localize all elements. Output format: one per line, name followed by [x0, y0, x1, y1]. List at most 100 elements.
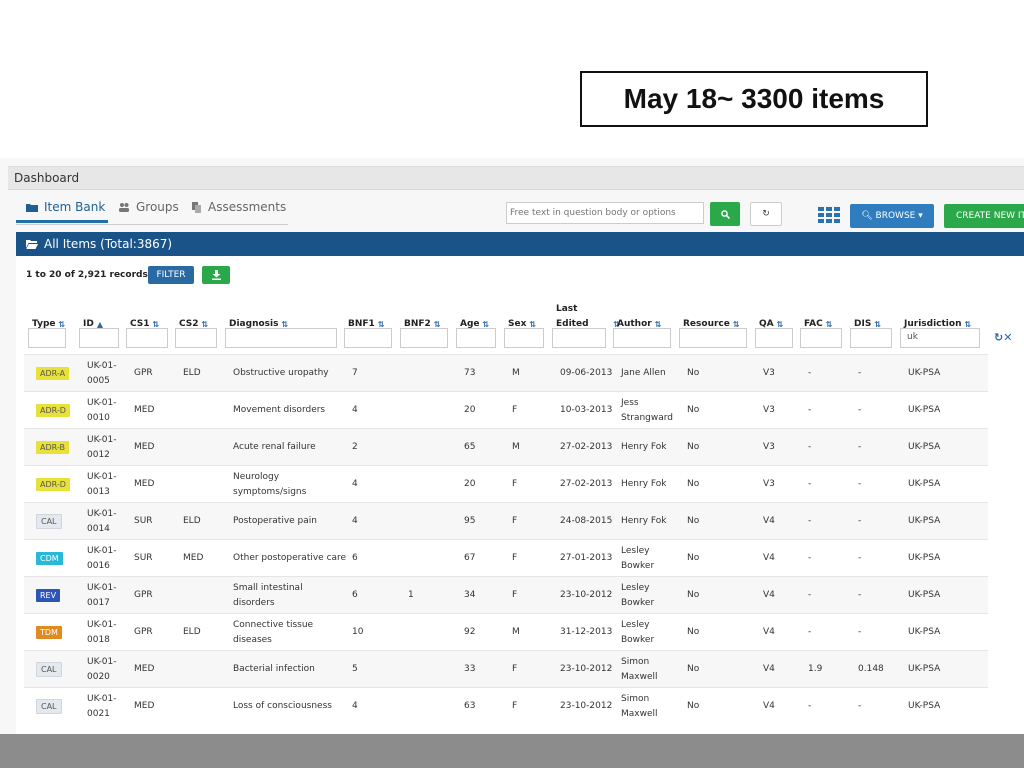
cell-dis: - [858, 466, 902, 503]
grid-view-icon[interactable] [818, 207, 840, 223]
cell-bnf2 [408, 429, 458, 466]
cell-diagnosis: Neurology symptoms/signs [233, 466, 347, 503]
bnf2-value: 1 [408, 590, 414, 600]
author-value: Henry Fok [621, 516, 667, 526]
tab-assessments-label: Assessments [208, 200, 287, 214]
cell-dis: - [858, 392, 902, 429]
cell-fac: - [808, 688, 852, 725]
dis-value: - [858, 368, 862, 378]
filter-input-fac[interactable] [800, 328, 842, 348]
filter-input-dis[interactable] [850, 328, 892, 348]
filter-input-cs2[interactable] [175, 328, 217, 348]
bnf1-value: 7 [352, 368, 358, 378]
cell-last-edited: 31-12-2013 [560, 614, 616, 651]
table-row[interactable]: ADR-D UK-01-0013 MED Neurology symptoms/sig… [24, 465, 988, 502]
dashboard-bar: Dashboard [8, 166, 1024, 190]
browse-button[interactable]: 🔍︎ BROWSE ▾ [850, 204, 934, 228]
dis-value: 0.148 [858, 664, 884, 674]
filter-input-bnf1[interactable] [344, 328, 392, 348]
author-value: Simon Maxwell [621, 656, 658, 682]
cell-fac: - [808, 355, 852, 392]
author-value: Jane Allen [621, 368, 666, 378]
clear-filters-icon[interactable]: ✕ [1003, 331, 1012, 344]
table-row[interactable]: CAL UK-01-0014 SUR ELD Postoperative pain 4 95… [24, 502, 988, 539]
tab-groups[interactable]: Groups [118, 200, 179, 214]
jurisdiction-value: UK-PSA [908, 553, 941, 563]
cell-type: CAL [36, 651, 76, 688]
sex-value: M [512, 627, 520, 637]
dis-value: - [858, 405, 862, 415]
filter-input-resource[interactable] [679, 328, 747, 348]
filter-input-author[interactable] [613, 328, 671, 348]
cell-qa: V3 [763, 392, 803, 429]
cell-qa: V3 [763, 429, 803, 466]
table-row[interactable]: CDM UK-01-0016 SUR MED Other postoperative c… [24, 539, 988, 576]
type-badge: CAL [36, 514, 62, 529]
cell-bnf2 [408, 392, 458, 429]
cell-diagnosis: Connective tissue diseases [233, 614, 347, 651]
cell-cs1: GPR [134, 355, 178, 392]
table-row[interactable]: CAL UK-01-0021 MED Loss of consciousness 4 63… [24, 687, 988, 724]
cell-qa: V4 [763, 614, 803, 651]
filter-input-last-edited[interactable] [552, 328, 606, 348]
cell-cs1: GPR [134, 614, 178, 651]
table-row[interactable]: REV UK-01-0017 GPR Small intestinal disorde… [24, 576, 988, 613]
reset-filters-icon[interactable]: ↻ [994, 331, 1003, 344]
filter-input-diagnosis[interactable] [225, 328, 337, 348]
cell-bnf2: 1 [408, 577, 458, 614]
bnf1-value: 4 [352, 516, 358, 526]
cell-bnf2 [408, 614, 458, 651]
download-button[interactable] [202, 266, 230, 284]
table-row[interactable]: ADR-D UK-01-0010 MED Movement disorders 4 20 F… [24, 391, 988, 428]
cell-jurisdiction: UK-PSA [908, 651, 990, 688]
cell-resource: No [687, 577, 757, 614]
filter-input-cs1[interactable] [126, 328, 168, 348]
folder-open-icon [26, 240, 38, 249]
filter-input-qa[interactable] [755, 328, 793, 348]
browse-label: BROWSE [875, 211, 916, 221]
table-row[interactable]: CAL UK-01-0020 MED Bacterial infection 5 33 F 2… [24, 650, 988, 687]
cell-dis: - [858, 577, 902, 614]
resource-value: No [687, 516, 700, 526]
resource-value: No [687, 627, 700, 637]
cell-bnf1: 4 [352, 503, 402, 540]
user-icon [26, 204, 38, 212]
filter-input-bnf2[interactable] [400, 328, 448, 348]
author-value: Lesley Bowker [621, 545, 655, 571]
cell-diagnosis: Loss of consciousness [233, 688, 347, 725]
jurisdiction-value: UK-PSA [908, 516, 941, 526]
filter-button[interactable]: FILTER [148, 266, 194, 284]
refresh-button[interactable]: ↻ [750, 202, 782, 226]
table-row[interactable]: ADR-A UK-01-0005 GPR ELD Obstructive uropath… [24, 354, 988, 391]
download-icon [211, 270, 221, 280]
create-new-item-button[interactable]: CREATE NEW IT [944, 204, 1024, 228]
cell-jurisdiction: UK-PSA [908, 466, 990, 503]
cs2-value: ELD [183, 516, 201, 526]
cell-age: 95 [464, 503, 506, 540]
search-input[interactable] [506, 202, 704, 224]
filter-input-id[interactable] [79, 328, 119, 348]
cell-dis: - [858, 355, 902, 392]
resource-value: No [687, 590, 700, 600]
cell-cs2: MED [183, 540, 227, 577]
jurisdiction-value: UK-PSA [908, 405, 941, 415]
cell-diagnosis: Acute renal failure [233, 429, 347, 466]
table-row[interactable]: TDM UK-01-0018 GPR ELD Connective tissue dis… [24, 613, 988, 650]
search-button[interactable] [710, 202, 740, 226]
last-edited-value: 27-02-2013 [560, 479, 613, 489]
cell-bnf1: 5 [352, 651, 402, 688]
table-row[interactable]: ADR-B UK-01-0012 MED Acute renal failure 2 65… [24, 428, 988, 465]
dashboard-label[interactable]: Dashboard [14, 171, 79, 185]
filter-input-type[interactable] [28, 328, 66, 348]
tab-assessments[interactable]: Assessments [192, 200, 286, 214]
cs1-value: MED [134, 442, 155, 452]
cell-qa: V4 [763, 503, 803, 540]
filter-input-jurisdiction[interactable]: uk [900, 328, 980, 348]
tab-item-bank[interactable]: Item Bank [26, 200, 105, 214]
cell-id: UK-01-0018 [87, 614, 129, 651]
filter-input-age[interactable] [456, 328, 496, 348]
cell-type: CAL [36, 688, 76, 725]
fac-value: - [808, 516, 812, 526]
filter-input-sex[interactable] [504, 328, 544, 348]
cell-last-edited: 27-02-2013 [560, 429, 616, 466]
